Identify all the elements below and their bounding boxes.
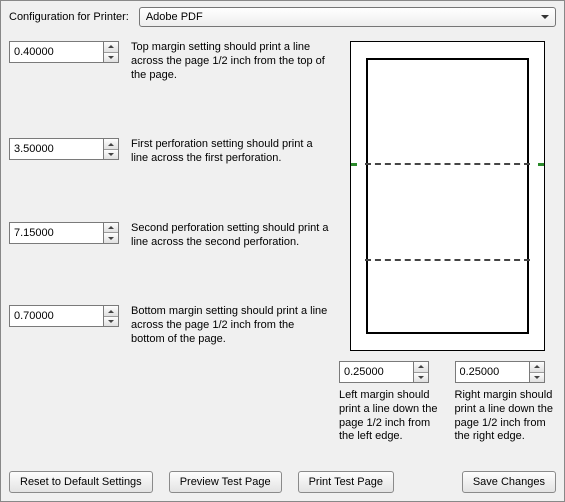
spin-down-icon[interactable] bbox=[104, 317, 118, 327]
perforation-line-1 bbox=[365, 163, 530, 165]
left-margin-input[interactable] bbox=[339, 361, 413, 383]
bottom-margin-stepper[interactable] bbox=[9, 305, 119, 327]
spin-down-icon[interactable] bbox=[530, 373, 544, 383]
spin-down-icon[interactable] bbox=[104, 53, 118, 63]
bottom-margin-desc: Bottom margin setting should print a lin… bbox=[131, 305, 329, 346]
top-margin-input[interactable] bbox=[9, 41, 103, 63]
spin-up-icon[interactable] bbox=[104, 306, 118, 317]
spin-down-icon[interactable] bbox=[414, 373, 428, 383]
left-margin-desc: Left margin should print a line down the… bbox=[339, 389, 441, 444]
perforation-line-2 bbox=[365, 259, 530, 261]
config-label: Configuration for Printer: bbox=[9, 11, 129, 23]
printer-config-panel: Configuration for Printer: Adobe PDF Top… bbox=[0, 0, 565, 502]
spin-down-icon[interactable] bbox=[104, 150, 118, 160]
first-perforation-stepper[interactable] bbox=[9, 138, 119, 160]
first-perforation-desc: First perforation setting should print a… bbox=[131, 138, 329, 166]
perf-indicator-left-1 bbox=[351, 163, 357, 166]
left-margin-stepper[interactable] bbox=[339, 361, 429, 383]
page-rect bbox=[366, 58, 529, 334]
spin-up-icon[interactable] bbox=[104, 223, 118, 234]
spin-down-icon[interactable] bbox=[104, 233, 118, 243]
reset-button[interactable]: Reset to Default Settings bbox=[9, 471, 153, 493]
second-perforation-stepper[interactable] bbox=[9, 222, 119, 244]
top-margin-stepper[interactable] bbox=[9, 41, 119, 63]
page-preview bbox=[350, 41, 545, 351]
footer-buttons: Reset to Default Settings Preview Test P… bbox=[9, 471, 556, 493]
spin-up-icon[interactable] bbox=[104, 42, 118, 53]
header-row: Configuration for Printer: Adobe PDF bbox=[9, 7, 556, 27]
printer-dropdown[interactable]: Adobe PDF bbox=[139, 7, 556, 27]
spin-up-icon[interactable] bbox=[104, 139, 118, 150]
settings-column: Top margin setting should print a line a… bbox=[9, 41, 329, 444]
top-margin-desc: Top margin setting should print a line a… bbox=[131, 41, 329, 82]
right-margin-desc: Right margin should print a line down th… bbox=[455, 389, 557, 444]
preview-column: Left margin should print a line down the… bbox=[339, 41, 556, 444]
printer-selected-text: Adobe PDF bbox=[146, 11, 203, 23]
preview-button[interactable]: Preview Test Page bbox=[169, 471, 282, 493]
perf-indicator-right-1 bbox=[538, 163, 544, 166]
first-perforation-input[interactable] bbox=[9, 138, 103, 160]
right-margin-input[interactable] bbox=[455, 361, 529, 383]
spin-up-icon[interactable] bbox=[414, 362, 428, 373]
chevron-down-icon bbox=[541, 15, 549, 19]
second-perforation-desc: Second perforation setting should print … bbox=[131, 222, 329, 250]
bottom-margin-input[interactable] bbox=[9, 305, 103, 327]
save-button[interactable]: Save Changes bbox=[462, 471, 556, 493]
second-perforation-input[interactable] bbox=[9, 222, 103, 244]
right-margin-stepper[interactable] bbox=[455, 361, 545, 383]
print-button[interactable]: Print Test Page bbox=[298, 471, 394, 493]
spin-up-icon[interactable] bbox=[530, 362, 544, 373]
